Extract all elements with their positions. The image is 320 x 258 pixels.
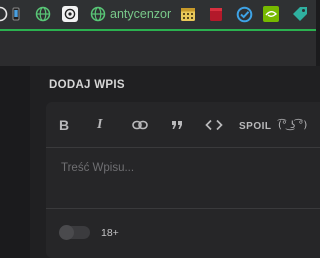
toggle-knob xyxy=(59,225,74,240)
bookmark-label: antycenzor xyxy=(110,7,172,21)
entry-textarea[interactable]: Treść Wpisu... xyxy=(46,148,320,208)
bookmark-phone[interactable] xyxy=(12,5,20,23)
bookmark-check[interactable] xyxy=(236,5,253,23)
lenny-button[interactable]: (͡° ͜ʖ ͡°) xyxy=(278,120,307,131)
bookmark-partial[interactable] xyxy=(0,5,8,23)
globe-icon xyxy=(0,6,8,22)
quote-icon xyxy=(172,121,182,129)
form-title: DODAJ WPIS xyxy=(49,79,125,91)
site-header xyxy=(0,31,316,66)
adult-toggle-label: 18+ xyxy=(101,227,119,239)
bookmark-red-book[interactable] xyxy=(208,5,224,23)
bookmark-antycenzor[interactable]: antycenzor xyxy=(90,5,171,23)
quote-button[interactable] xyxy=(171,120,183,130)
red-book-icon xyxy=(210,8,222,21)
spoiler-label: SPOIL xyxy=(239,121,272,132)
phone-icon xyxy=(12,7,20,21)
italic-icon: I xyxy=(97,117,103,132)
tag-icon xyxy=(293,7,307,21)
openai-icon xyxy=(62,6,78,22)
bookmark-nvidia[interactable] xyxy=(263,5,279,23)
bookmark-tag[interactable] xyxy=(291,5,309,23)
link-icon xyxy=(132,120,148,130)
editor-toolbar: B I SPOIL (͡° ͜ʖ ͡°) xyxy=(46,102,320,148)
bookmark-openai[interactable] xyxy=(62,5,78,23)
editor-footer: 18+ xyxy=(46,209,320,258)
nvidia-icon xyxy=(263,6,279,22)
check-circle-icon xyxy=(236,6,253,22)
bold-button[interactable]: B xyxy=(59,117,70,133)
lenny-label: (͡° ͜ʖ ͡°) xyxy=(278,120,308,131)
calendar-icon xyxy=(181,8,195,21)
spoiler-button[interactable]: SPOIL xyxy=(239,121,272,132)
entry-placeholder: Treść Wpisu... xyxy=(61,162,135,174)
bookmark-calendar[interactable] xyxy=(180,5,196,23)
bookmarks-bar: antycenzor xyxy=(0,0,316,29)
globe-icon xyxy=(35,6,51,22)
italic-button[interactable]: I xyxy=(97,117,102,133)
entry-editor: B I SPOIL (͡° ͜ʖ ͡°) Treść Wpisu... 18+ xyxy=(46,102,320,258)
bold-icon: B xyxy=(59,117,70,133)
globe-icon xyxy=(90,6,106,22)
code-icon xyxy=(205,119,223,131)
link-button[interactable] xyxy=(132,119,148,131)
code-button[interactable] xyxy=(205,119,223,131)
adult-toggle[interactable] xyxy=(59,225,90,240)
bookmark-globe-1[interactable] xyxy=(35,5,51,23)
